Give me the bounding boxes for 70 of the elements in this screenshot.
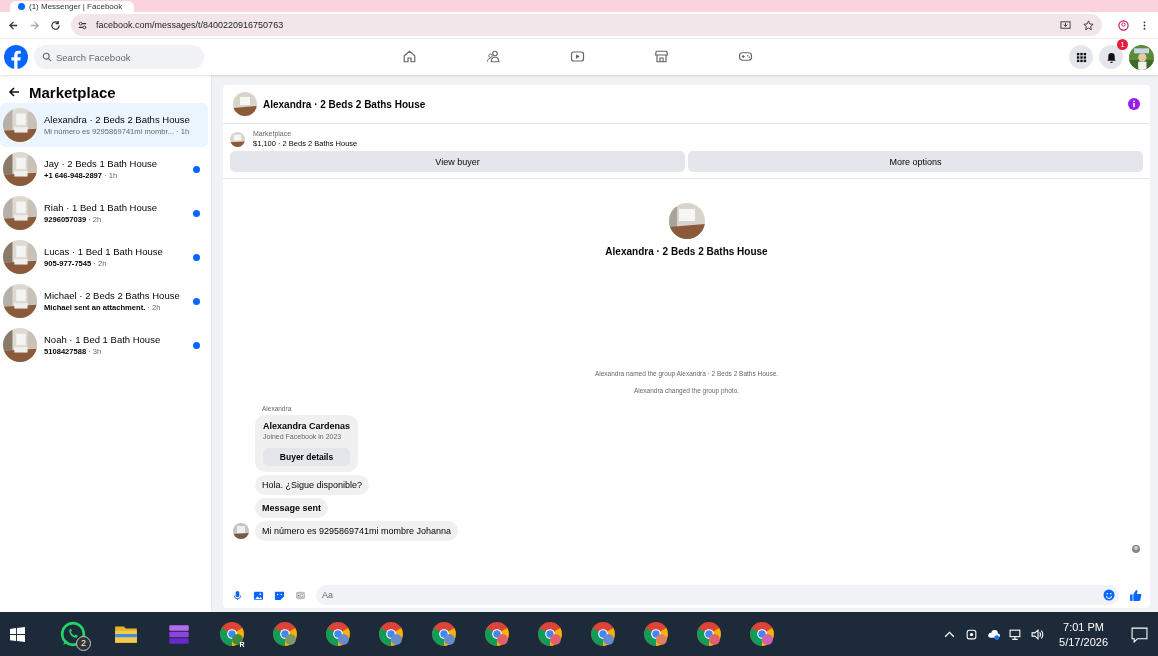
- unread-dot: [193, 297, 200, 305]
- browser-icon[interactable]: [484, 621, 510, 647]
- browser-icon[interactable]: [219, 621, 245, 647]
- browser-icon[interactable]: [590, 621, 616, 647]
- star-icon[interactable]: [1083, 19, 1094, 31]
- taskbar-badge: 2: [76, 636, 91, 651]
- bell-icon: [1105, 51, 1117, 63]
- profile-icon[interactable]: [1118, 19, 1129, 31]
- conversation-title: Noah · 1 Bed 1 Bath House: [44, 334, 162, 345]
- chat-title: Alexandra · 2 Beds 2 Baths House: [263, 98, 427, 110]
- clock-time: 7:01 PM: [1063, 620, 1104, 633]
- message-field[interactable]: Aa: [316, 585, 1119, 605]
- windows-start-icon[interactable]: [10, 626, 25, 642]
- unread-dot: [193, 341, 200, 349]
- network-icon[interactable]: [1009, 627, 1023, 641]
- facebook-logo[interactable]: [4, 45, 28, 69]
- back-icon[interactable]: [8, 19, 19, 31]
- photo-icon[interactable]: [253, 589, 264, 601]
- browser-icon[interactable]: [272, 621, 298, 647]
- speaker-icon[interactable]: [1031, 627, 1045, 641]
- buyer-name: Alexandra Cardenas: [263, 421, 351, 431]
- install-icon[interactable]: [1060, 19, 1071, 31]
- chat-app-icon[interactable]: [60, 621, 86, 647]
- address-bar[interactable]: facebook.com/messages/t/8400220916750763: [71, 14, 1102, 36]
- clock-date: 5/17/2026: [1059, 635, 1108, 648]
- group-name: Alexandra · 2 Beds 2 Baths House: [605, 246, 768, 257]
- unread-dot: [193, 165, 200, 173]
- video-icon: [569, 48, 585, 64]
- browser-tab[interactable]: (1) Messenger | Facebook: [10, 1, 135, 12]
- menu-button[interactable]: [1069, 45, 1093, 69]
- conversation-title: Alexandra · 2 Beds 2 Baths House: [44, 114, 191, 125]
- back-icon[interactable]: [8, 86, 20, 98]
- cloud-icon[interactable]: [987, 627, 1001, 641]
- message-bubble: Message sent: [255, 498, 329, 518]
- message-bubble: Hola. ¿Sigue disponible?: [255, 475, 370, 495]
- thumbs-up-icon[interactable]: [1129, 588, 1142, 602]
- sticker-icon[interactable]: [274, 589, 285, 601]
- site-settings-icon[interactable]: [77, 19, 88, 31]
- conversation-title: Lucas · 1 Bed 1 Bath House: [44, 246, 164, 257]
- info-icon[interactable]: [1128, 98, 1140, 110]
- notifications-button[interactable]: [1099, 45, 1123, 69]
- browser-icon[interactable]: [431, 621, 457, 647]
- browser-icon[interactable]: [537, 621, 563, 647]
- search-icon: [42, 52, 52, 62]
- browser-icon[interactable]: [378, 621, 404, 647]
- search-field[interactable]: Search Facebook: [34, 45, 204, 69]
- conversation-title: Michael · 2 Beds 2 Baths House: [44, 290, 181, 301]
- browser-icon[interactable]: [749, 621, 775, 647]
- emoji-icon[interactable]: [1103, 589, 1115, 601]
- grid-icon: [1075, 51, 1087, 63]
- browser-icon[interactable]: [643, 621, 669, 647]
- action-button[interactable]: More options: [688, 151, 1143, 172]
- sidebar-title: Marketplace: [29, 83, 116, 101]
- browser-icon[interactable]: [325, 621, 351, 647]
- conversation-title: Jay · 2 Beds 1 Bath House: [44, 158, 158, 169]
- unread-dot: [193, 253, 200, 261]
- people-icon: [485, 48, 501, 64]
- conversation-title: Riah · 1 Bed 1 Bath House: [44, 202, 158, 213]
- buyer-details-button[interactable]: Buyer details: [263, 448, 351, 466]
- clock[interactable]: 7:01 PM 5/17/2026: [1053, 620, 1114, 648]
- microphone-icon[interactable]: [232, 589, 243, 601]
- message-bubble: Mi número es 9295869741mi mombre Johanna: [255, 521, 459, 541]
- browser-icon[interactable]: [696, 621, 722, 647]
- action-button[interactable]: View buyer: [230, 151, 685, 172]
- unread-dot: [193, 209, 200, 217]
- home-icon: [401, 48, 417, 64]
- shop-icon: [653, 48, 669, 64]
- reload-icon[interactable]: [50, 19, 61, 31]
- camera-icon[interactable]: [965, 627, 979, 641]
- notification-center-icon[interactable]: [1131, 625, 1148, 643]
